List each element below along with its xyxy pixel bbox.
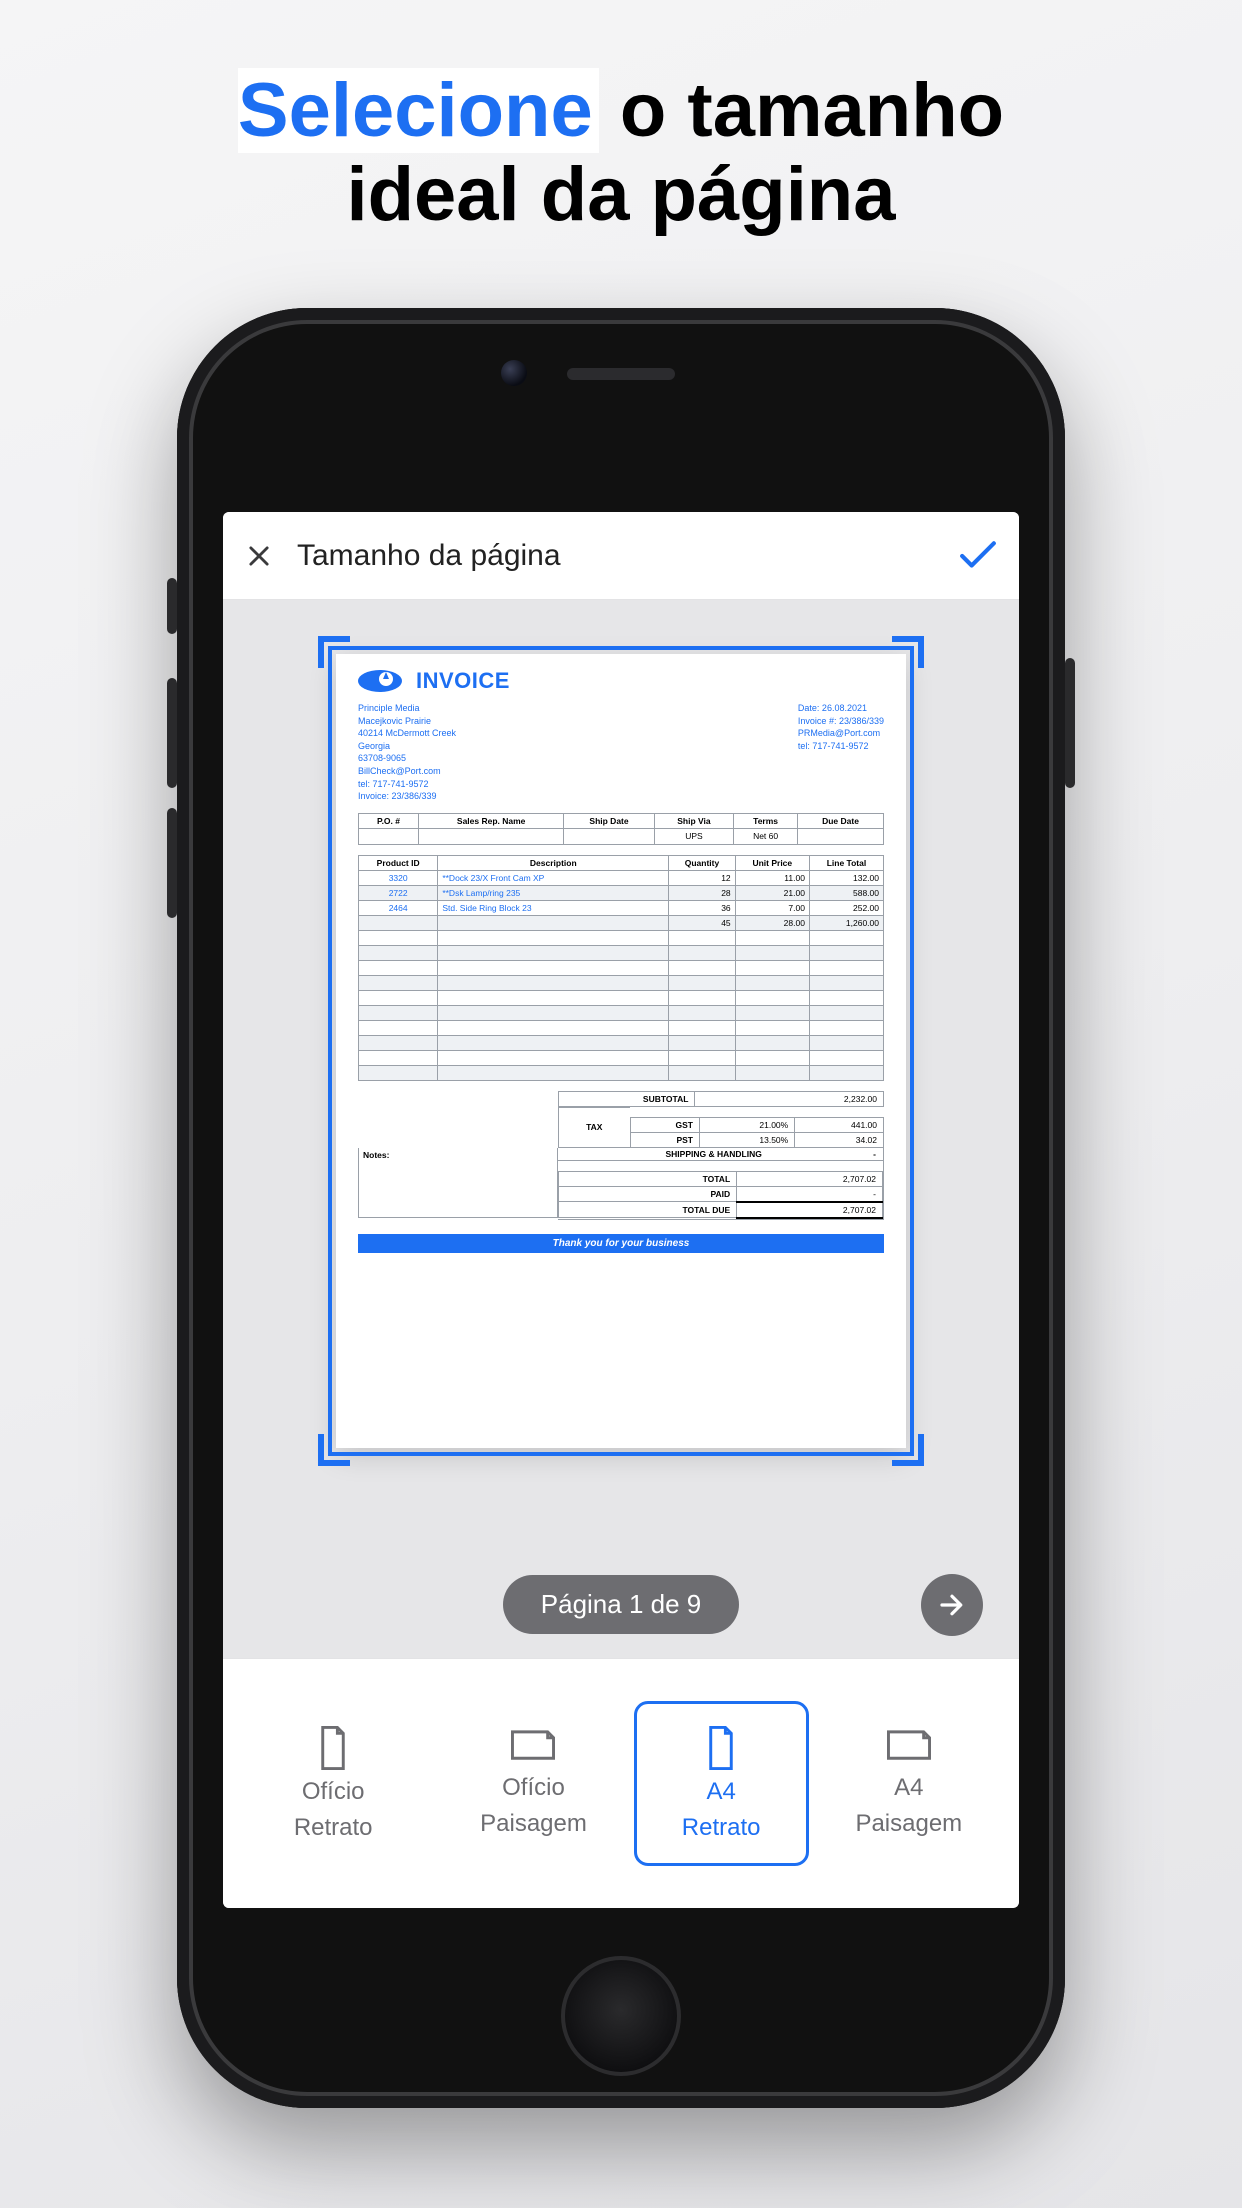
page-size-toolbar: OfícioRetrato OfícioPaisagem A4Retrato A… <box>223 1658 1019 1908</box>
page-title: Tamanho da página <box>297 539 935 573</box>
page-indicator: Página 1 de 9 <box>503 1575 739 1634</box>
page-landscape-icon <box>887 1730 931 1766</box>
page-landscape-icon <box>511 1730 555 1766</box>
option-oficio-retrato[interactable]: OfícioRetrato <box>233 1701 433 1866</box>
page-portrait-icon <box>315 1726 351 1770</box>
speaker <box>567 368 675 380</box>
crop-handle-bl[interactable] <box>318 1434 350 1466</box>
headline-highlight: Selecione <box>238 68 599 153</box>
page-header: Tamanho da página <box>223 512 1019 600</box>
crop-handle-br[interactable] <box>892 1434 924 1466</box>
close-button[interactable] <box>245 542 273 570</box>
home-button[interactable] <box>561 1956 681 2076</box>
crop-handle-tr[interactable] <box>892 636 924 668</box>
confirm-button[interactable] <box>959 541 997 571</box>
app-screen: Tamanho da página INVOICE Principle Medi… <box>223 512 1019 1908</box>
device-frame: Tamanho da página INVOICE Principle Medi… <box>177 308 1065 2108</box>
marketing-headline: Selecione o tamanho ideal da página <box>0 69 1242 236</box>
crop-frame[interactable]: INVOICE Principle MediaMacejkovic Prairi… <box>328 646 914 1456</box>
front-camera <box>501 360 527 386</box>
option-a4-paisagem[interactable]: A4Paisagem <box>809 1705 1009 1862</box>
crop-handle-tl[interactable] <box>318 636 350 668</box>
next-page-button[interactable] <box>921 1574 983 1636</box>
option-a4-retrato[interactable]: A4Retrato <box>634 1701 809 1866</box>
page-portrait-icon <box>703 1726 739 1770</box>
document-preview-area: INVOICE Principle MediaMacejkovic Prairi… <box>223 600 1019 1658</box>
option-oficio-paisagem[interactable]: OfícioPaisagem <box>433 1705 633 1862</box>
